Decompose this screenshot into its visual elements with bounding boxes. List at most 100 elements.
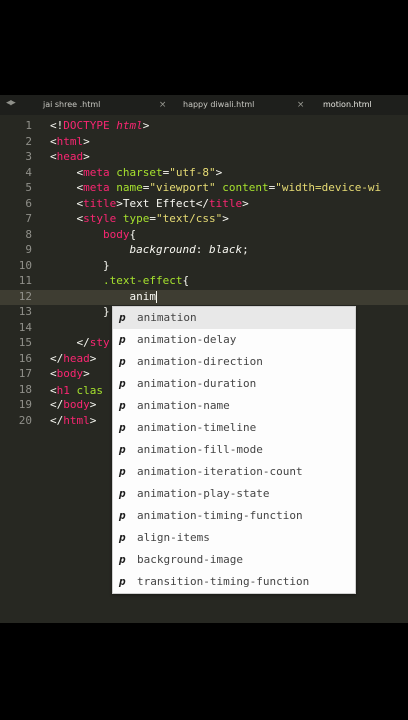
code-token: > xyxy=(222,212,229,225)
autocomplete-item[interactable]: p animation-delay xyxy=(113,329,355,351)
code-token: > xyxy=(83,150,90,163)
text-cursor xyxy=(155,290,157,303)
code-token: < xyxy=(50,181,84,194)
code-text[interactable]: anim xyxy=(50,290,157,303)
code-line[interactable]: 12 anim xyxy=(0,289,408,305)
code-token: body xyxy=(63,398,90,411)
close-icon[interactable]: × xyxy=(297,95,305,115)
code-line[interactable]: 1 <!DOCTYPE html> xyxy=(0,119,408,135)
code-line[interactable]: 9 background: black; xyxy=(0,243,408,259)
tab-jai-shree[interactable]: jai shree .html × xyxy=(43,95,166,115)
code-token: background xyxy=(50,243,196,256)
code-text[interactable]: } xyxy=(50,259,110,272)
code-text[interactable]: <style type="text/css"> xyxy=(50,212,229,225)
code-text[interactable]: <body> xyxy=(50,367,90,380)
property-kind-icon: p xyxy=(119,443,126,456)
code-line[interactable]: 7 <style type="text/css"> xyxy=(0,212,408,228)
autocomplete-item-label: animation-play-state xyxy=(137,487,270,500)
property-kind-icon: p xyxy=(119,333,126,346)
code-text[interactable]: <!DOCTYPE html> xyxy=(50,119,149,132)
code-text[interactable]: <meta charset="utf-8"> xyxy=(50,166,222,179)
line-number: 2 xyxy=(25,134,32,148)
autocomplete-item-label: animation-timing-function xyxy=(137,509,303,522)
code-token: h1 xyxy=(56,383,70,397)
line-number: 3 xyxy=(25,150,32,163)
autocomplete-item[interactable]: p transition-timing-function xyxy=(113,571,355,593)
code-token: </ xyxy=(50,351,64,365)
code-text[interactable]: background: black; xyxy=(50,243,248,256)
code-token: > xyxy=(83,134,90,148)
code-line[interactable]: 5 <meta name="viewport" content="width=d… xyxy=(0,181,408,197)
code-text[interactable]: .text-effect{ xyxy=(50,274,189,287)
autocomplete-item[interactable]: p background-image xyxy=(113,549,355,571)
autocomplete-item[interactable]: p animation xyxy=(113,307,355,329)
line-number: 9 xyxy=(25,243,32,256)
property-kind-icon: p xyxy=(119,355,126,368)
line-number: 14 xyxy=(18,320,32,334)
autocomplete-popup[interactable]: p animation p animation-delay p animation-dir… xyxy=(112,306,356,594)
code-token: style xyxy=(83,212,117,225)
code-token: body xyxy=(56,367,84,380)
autocomplete-item[interactable]: p animation-fill-mode xyxy=(113,439,355,461)
code-text[interactable]: } xyxy=(50,305,110,318)
autocomplete-item[interactable]: p animation-iteration-count xyxy=(113,461,355,483)
code-text[interactable]: </head> xyxy=(50,352,96,365)
code-token: > xyxy=(142,119,150,132)
tab-nav-arrows-icon[interactable]: ◀▶ xyxy=(6,98,16,108)
code-token: "text/css" xyxy=(156,212,223,225)
tab-happy-diwali[interactable]: happy diwali.html × xyxy=(183,95,304,115)
code-line[interactable]: 4 <meta charset="utf-8"> xyxy=(0,166,408,182)
property-kind-icon: p xyxy=(119,553,126,566)
code-token: html xyxy=(116,119,143,132)
autocomplete-item[interactable]: p animation-duration xyxy=(113,373,355,395)
autocomplete-item[interactable]: p align-items xyxy=(113,527,355,549)
code-token: < xyxy=(50,134,57,148)
autocomplete-item[interactable]: p animation-play-state xyxy=(113,483,355,505)
code-token: > xyxy=(83,367,90,380)
code-token: html xyxy=(56,134,84,148)
code-line[interactable]: 8 body{ xyxy=(0,228,408,244)
close-icon[interactable]: × xyxy=(159,95,167,115)
autocomplete-item[interactable]: p animation-timeline xyxy=(113,417,355,439)
code-text[interactable]: <meta name="viewport" content="width=dev… xyxy=(50,181,381,194)
code-token: clas xyxy=(69,383,103,397)
autocomplete-item[interactable]: p animation-name xyxy=(113,395,355,417)
tab-bar: ◀▶ jai shree .html × happy diwali.html ×… xyxy=(0,95,408,115)
line-number: 13 xyxy=(18,305,32,318)
code-token: charset xyxy=(109,165,163,179)
line-number: 1 xyxy=(25,119,32,132)
code-token: < xyxy=(50,150,57,163)
code-token: black xyxy=(208,243,243,256)
code-token: < xyxy=(50,196,84,210)
code-line[interactable]: 6 <title>Text Effect</title> xyxy=(0,197,408,213)
code-text[interactable]: </html> xyxy=(50,414,96,427)
code-token: head xyxy=(56,150,84,163)
line-number: 20 xyxy=(18,413,32,427)
code-text[interactable]: <title>Text Effect</title> xyxy=(50,196,249,210)
code-editor[interactable]: ◀▶ jai shree .html × happy diwali.html ×… xyxy=(0,95,408,623)
autocomplete-item[interactable]: p animation-timing-function xyxy=(113,505,355,527)
line-number: 4 xyxy=(25,165,32,179)
code-line[interactable]: 2 <html> xyxy=(0,135,408,151)
code-token: "viewport" xyxy=(149,181,216,194)
code-token: <! xyxy=(50,119,64,132)
property-kind-icon: p xyxy=(119,399,126,412)
code-token: > xyxy=(242,196,249,210)
autocomplete-item[interactable]: p animation-direction xyxy=(113,351,355,373)
code-text[interactable]: body{ xyxy=(50,228,136,241)
code-text[interactable]: </body> xyxy=(50,398,96,411)
code-line[interactable]: 10 } xyxy=(0,259,408,275)
code-token: title xyxy=(83,196,117,210)
property-kind-icon: p xyxy=(119,575,126,588)
code-line[interactable]: 11 .text-effect{ xyxy=(0,274,408,290)
code-text[interactable]: <html> xyxy=(50,135,90,148)
code-text[interactable]: <head> xyxy=(50,150,90,163)
code-line[interactable]: 3 <head> xyxy=(0,150,408,166)
property-kind-icon: p xyxy=(119,421,126,434)
autocomplete-item-label: animation-timeline xyxy=(137,421,257,434)
code-text[interactable]: </sty xyxy=(50,336,109,349)
property-kind-icon: p xyxy=(119,377,126,390)
code-token: body xyxy=(50,227,130,241)
tab-motion[interactable]: motion.html xyxy=(323,95,372,115)
line-number: 10 xyxy=(18,258,32,272)
